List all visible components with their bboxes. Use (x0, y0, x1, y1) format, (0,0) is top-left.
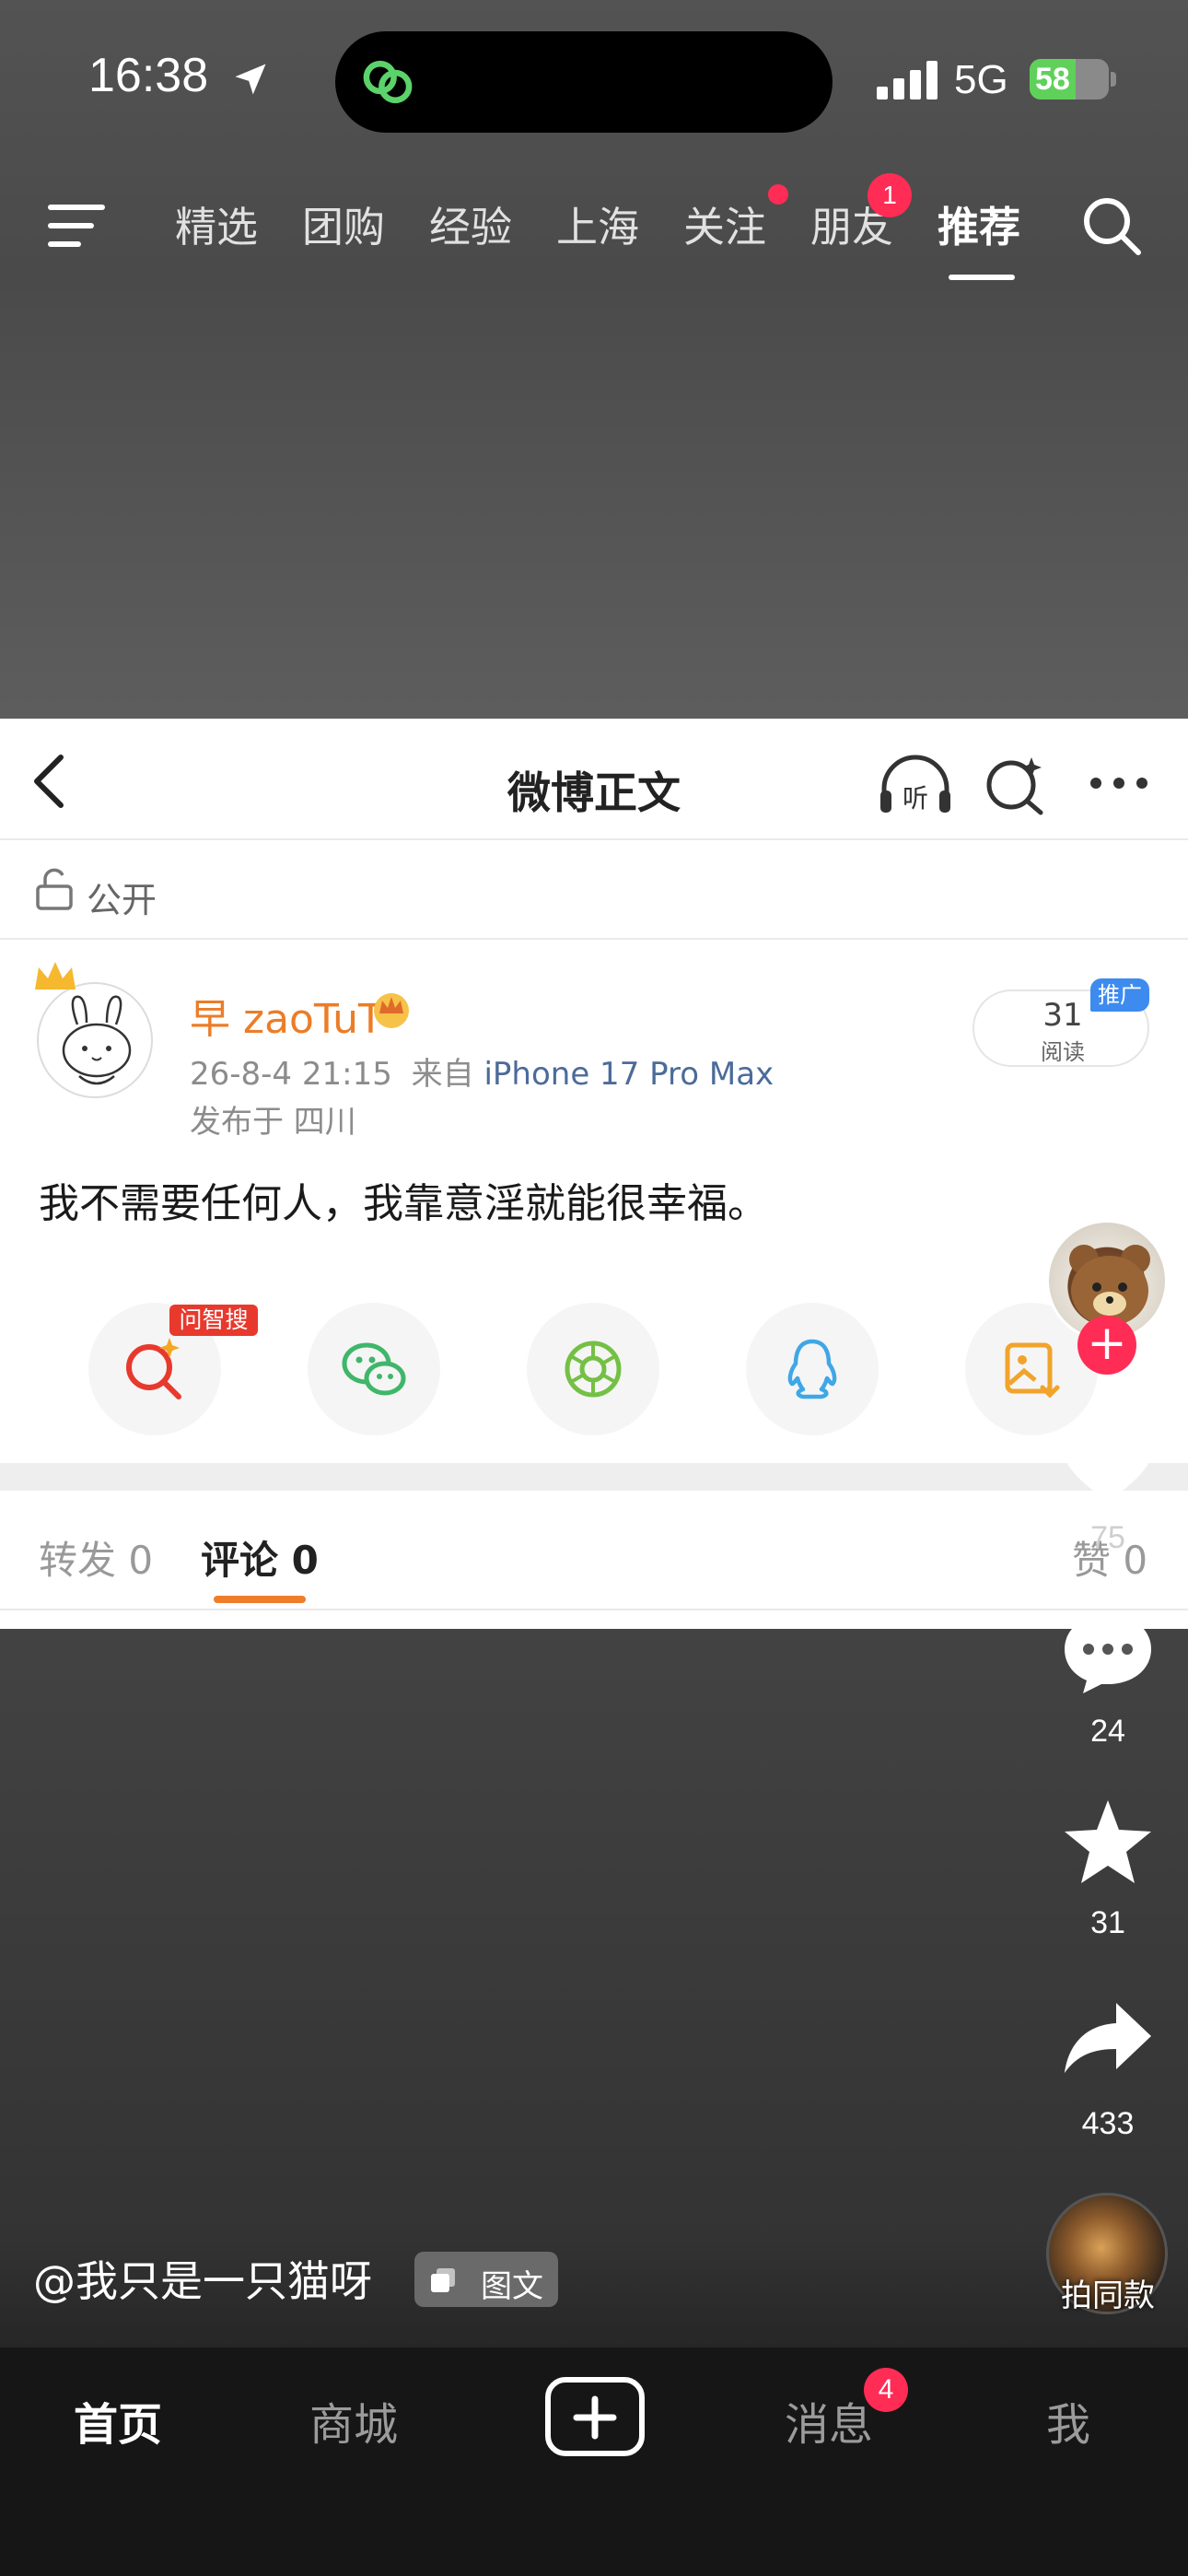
messages-badge: 4 (864, 2368, 908, 2412)
from-label: 来自 (411, 1056, 474, 1093)
rabbit-avatar-icon (62, 995, 132, 1085)
app-link-icon (363, 60, 413, 104)
section-gap (0, 1463, 1188, 1491)
username[interactable]: 早 zaoTuT (190, 986, 383, 1045)
nav-messages[interactable]: 消息 (785, 2388, 873, 2453)
read-label: 阅读 (1041, 1039, 1085, 1065)
menu-icon[interactable] (48, 203, 107, 249)
battery-level: 58 (1035, 62, 1070, 97)
share-wechat-button[interactable] (308, 1303, 440, 1435)
post-datetime: 26-8-4 21:15 (190, 1056, 392, 1093)
tab-repost[interactable]: 转发 0 (39, 1529, 153, 1586)
favorite-count: 31 (1090, 1905, 1125, 1940)
save-image-icon (1005, 1342, 1060, 1399)
like-count: 75 (1090, 1520, 1125, 1555)
same-style-label[interactable]: 拍同款 (1031, 2270, 1184, 2315)
more-icon[interactable] (1087, 765, 1151, 802)
tab-recommended[interactable]: 推荐 (938, 193, 1020, 253)
moments-icon (565, 1341, 622, 1398)
image-text-icon (431, 2268, 455, 2292)
friends-badge: 1 (868, 173, 912, 217)
device-link[interactable]: iPhone 17 Pro Max (483, 1056, 774, 1093)
signal-icon (877, 61, 938, 100)
nav-me[interactable]: 我 (1046, 2388, 1090, 2453)
status-time: 16:38 (88, 49, 209, 102)
following-new-dot (768, 184, 788, 205)
smart-search-icon[interactable] (984, 754, 1046, 816)
share-qq-button[interactable] (746, 1303, 879, 1435)
dynamic-island (335, 31, 833, 133)
network-type: 5G (954, 57, 1008, 102)
tab-featured[interactable]: 精选 (175, 193, 258, 253)
tab-group-buy[interactable]: 团购 (302, 193, 385, 253)
follow-plus-button[interactable]: + (1077, 1316, 1136, 1375)
plus-icon (573, 2395, 617, 2440)
battery-indicator: 58 (1030, 59, 1109, 100)
avatar[interactable] (37, 982, 153, 1098)
tab-shanghai[interactable]: 上海 (556, 193, 639, 253)
battery-tip (1111, 72, 1116, 87)
share-moments-button[interactable] (527, 1303, 659, 1435)
active-tab-indicator (949, 275, 1015, 280)
wechat-icon (342, 1342, 406, 1396)
unlock-icon (36, 868, 73, 910)
post-type-badge: 图文 (414, 2252, 558, 2307)
post-meta: 26-8-4 21:15 来自 iPhone 17 Pro Max (190, 1048, 774, 1094)
divider (0, 938, 1188, 940)
share-arrow-icon[interactable] (1059, 1996, 1157, 2084)
post-text: 我不需要任何人，我靠意淫就能很幸福。 (39, 1180, 768, 1227)
svg-text:听: 听 (903, 783, 928, 814)
author-name[interactable]: @我只是一只猫呀 (33, 2248, 372, 2309)
vip-crown-badge-icon (374, 993, 409, 1028)
zhisou-search-icon (126, 1338, 181, 1399)
headphones-icon[interactable]: 听 (877, 754, 954, 816)
divider (0, 1609, 1188, 1610)
zhisou-tag: 问智搜 (169, 1305, 258, 1336)
favorite-star-icon[interactable] (1059, 1798, 1157, 1887)
promote-badge[interactable]: 推广 (1090, 978, 1149, 1012)
create-button[interactable] (545, 2377, 645, 2456)
comment-count: 24 (1090, 1714, 1125, 1749)
tab-comment[interactable]: 评论 0 (201, 1529, 319, 1586)
comment-bubble-icon[interactable] (1059, 1609, 1157, 1697)
tab-experience[interactable]: 经验 (429, 193, 512, 253)
share-count: 433 (1081, 2106, 1135, 2141)
like-heart-icon[interactable] (1059, 1419, 1157, 1507)
location-arrow-icon (235, 64, 266, 95)
qq-icon (787, 1339, 837, 1399)
post-location: 发布于 四川 (190, 1104, 356, 1141)
comment-tab-indicator (214, 1596, 306, 1603)
nav-home[interactable]: 首页 (74, 2388, 162, 2453)
crown-icon (35, 962, 76, 989)
search-icon[interactable] (1079, 193, 1144, 258)
post-type-label: 图文 (481, 2268, 543, 2305)
visibility-label: 公开 (87, 880, 157, 920)
nav-mall[interactable]: 商城 (309, 2388, 398, 2453)
divider (0, 838, 1188, 840)
tab-following[interactable]: 关注 (683, 193, 766, 253)
